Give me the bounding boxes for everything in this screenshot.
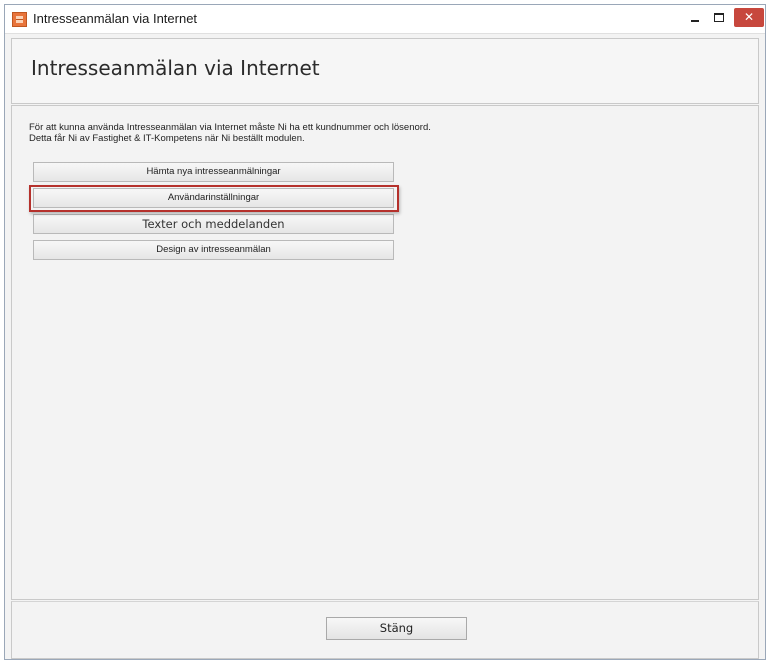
minimize-icon <box>691 19 699 22</box>
app-window: Intresseanmälan via Internet ✕ Intressea… <box>4 4 766 660</box>
close-window-button[interactable]: ✕ <box>734 8 764 27</box>
footer-panel: Stäng <box>11 601 759 659</box>
window-title: Intresseanmälan via Internet <box>33 11 198 26</box>
application-design-button[interactable]: Design av intresseanmälan <box>33 240 394 260</box>
info-text: För att kunna använda Intresseanmälan vi… <box>29 122 431 144</box>
title-bar[interactable]: Intresseanmälan via Internet ✕ <box>5 5 765 34</box>
page-title: Intresseanmälan via Internet <box>31 56 320 80</box>
maximize-button[interactable] <box>707 8 731 27</box>
close-button[interactable]: Stäng <box>326 617 467 640</box>
maximize-icon <box>714 13 724 22</box>
close-icon: ✕ <box>743 10 755 24</box>
content-panel: För att kunna använda Intresseanmälan vi… <box>11 105 759 600</box>
info-line-1: För att kunna använda Intresseanmälan vi… <box>29 122 431 133</box>
header-panel: Intresseanmälan via Internet <box>11 38 759 104</box>
info-line-2: Detta får Ni av Fastighet & IT-Kompetens… <box>29 133 305 144</box>
app-icon <box>12 12 27 27</box>
texts-and-messages-button[interactable]: Texter och meddelanden <box>33 214 394 234</box>
fetch-new-applications-button[interactable]: Hämta nya intresseanmälningar <box>33 162 394 182</box>
user-settings-button[interactable]: Användarinställningar <box>33 188 394 208</box>
minimize-button[interactable] <box>683 8 707 27</box>
